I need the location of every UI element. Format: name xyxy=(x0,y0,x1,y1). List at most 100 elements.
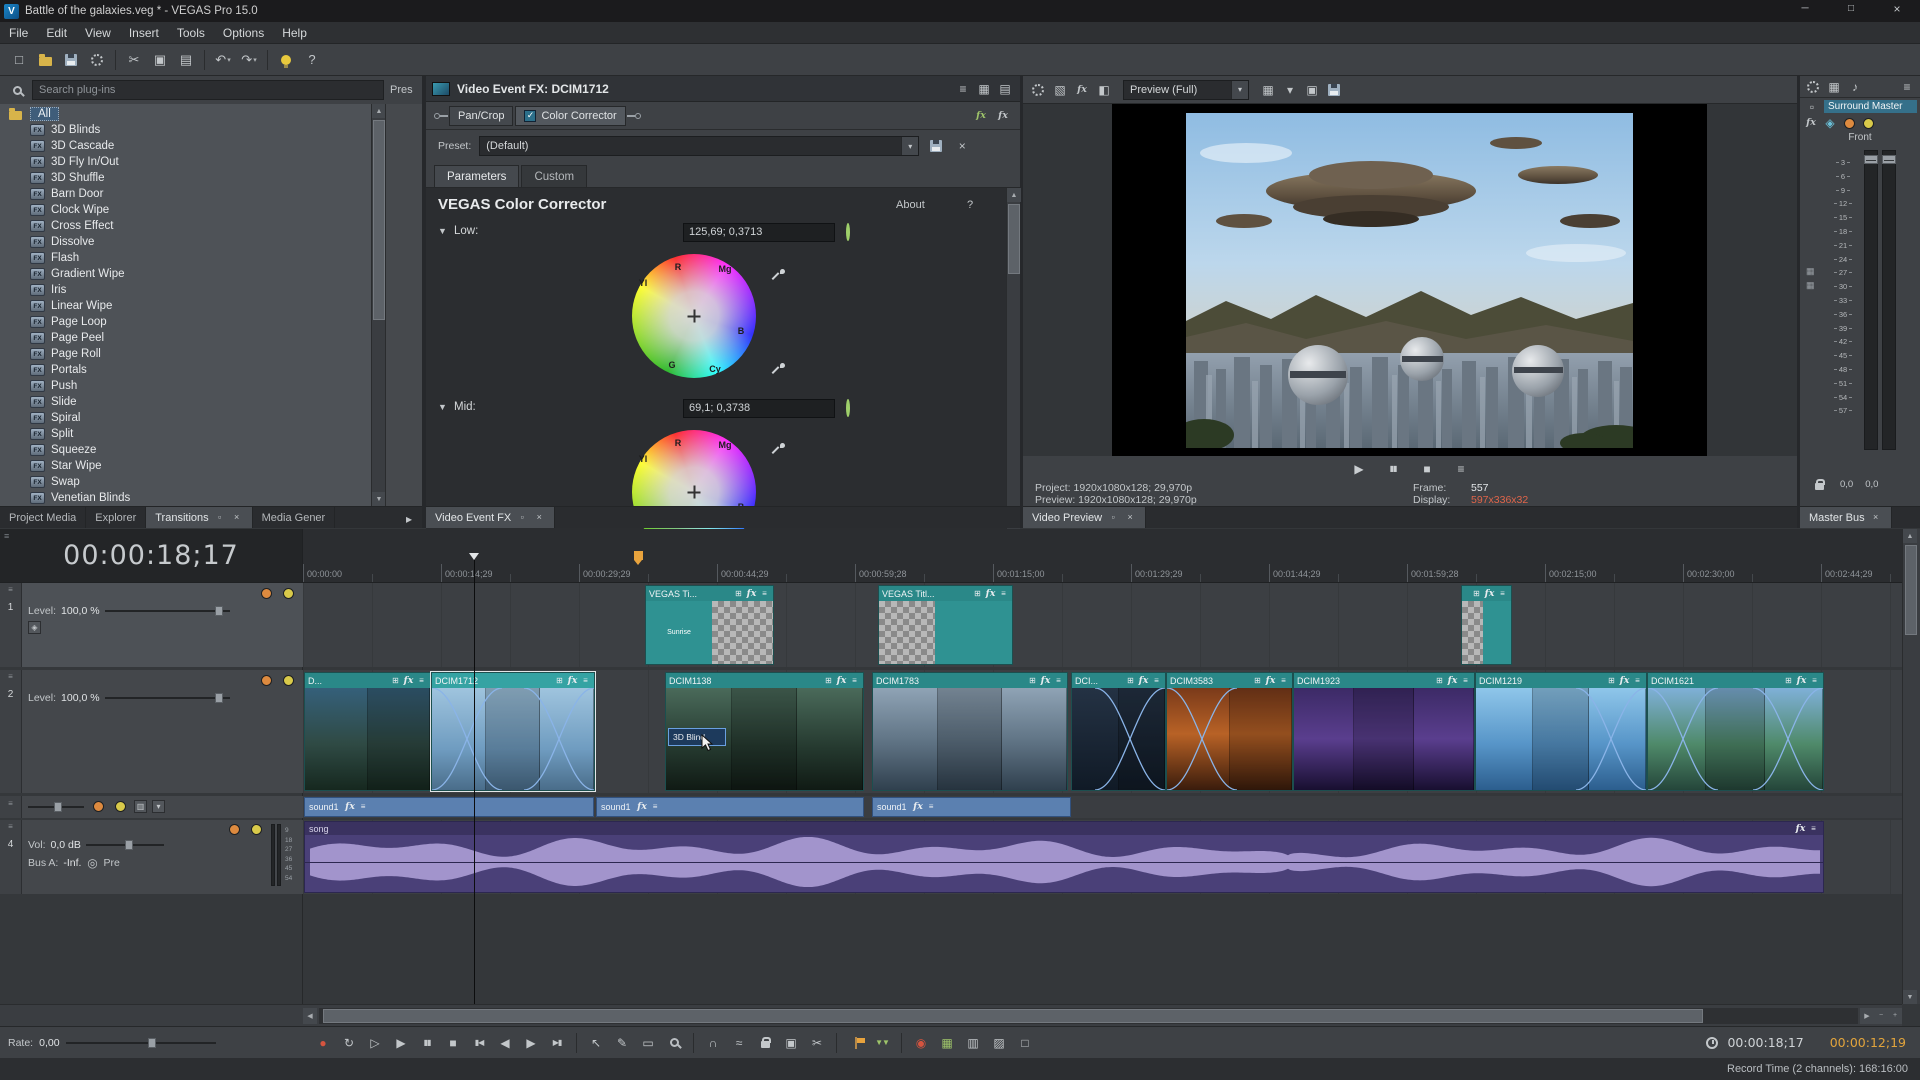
rate-slider[interactable] xyxy=(65,1037,216,1049)
event-fx-icon[interactable]: fx xyxy=(836,675,847,686)
solo-button[interactable] xyxy=(247,820,265,838)
split-screen-view-icon[interactable]: ◧ xyxy=(1095,81,1113,99)
playhead-marker[interactable] xyxy=(469,553,479,560)
auto-ripple-icon[interactable]: ≈ xyxy=(727,1031,751,1055)
pre-fader-icon[interactable]: ◎ xyxy=(86,854,98,872)
event-menu-icon[interactable]: ≡ xyxy=(1053,675,1064,686)
detail-view-icon[interactable]: ▤ xyxy=(996,80,1014,98)
menu-edit[interactable]: Edit xyxy=(37,22,76,44)
scroll-right-icon[interactable]: ▶ xyxy=(1860,1007,1874,1024)
downmix-grid-icon[interactable]: ▦ xyxy=(1825,78,1843,96)
transition-item[interactable]: FX 3D Fly In/Out xyxy=(0,154,422,170)
transition-item[interactable]: FX Page Loop xyxy=(0,314,422,330)
menu-help[interactable]: Help xyxy=(273,22,316,44)
play-icon[interactable]: ▶ xyxy=(1350,460,1368,478)
redo-icon[interactable]: ↷ ▾ xyxy=(236,47,262,73)
envelope-edit-tool-icon[interactable]: ✎ xyxy=(610,1031,634,1055)
plugin-list-scrollbar[interactable]: ▲ ▼ xyxy=(371,104,386,506)
track-grip[interactable]: ≡ xyxy=(0,796,22,818)
event-fx-icon[interactable]: fx xyxy=(985,588,996,599)
record-into-track-icon[interactable]: ◉ xyxy=(909,1031,933,1055)
low-value-field[interactable]: 125,69; 0,3713 xyxy=(683,223,835,242)
search-input[interactable] xyxy=(32,80,384,100)
title-event[interactable]: VEGAS Titl... ⊞ fx ≡ xyxy=(878,585,1013,665)
level-slider[interactable] xyxy=(104,605,230,617)
minimize-button[interactable]: ─ xyxy=(1782,0,1828,18)
save-snapshot-icon[interactable] xyxy=(1325,81,1343,99)
solo-button-icon[interactable] xyxy=(1862,117,1874,129)
event-pan-crop-icon[interactable]: ⊞ xyxy=(554,675,565,686)
menu-view[interactable]: View xyxy=(76,22,120,44)
mute-button[interactable] xyxy=(225,820,243,838)
preview-device-icon[interactable]: ▧ xyxy=(1051,81,1069,99)
fx-tab-parameters[interactable]: Parameters xyxy=(434,165,520,187)
transition-item[interactable]: FX Push xyxy=(0,378,422,394)
caret-down-icon[interactable]: ▾ xyxy=(1231,80,1248,99)
surround-grid-icon[interactable]: ▦ xyxy=(1806,280,1815,291)
plugin-enable-checkbox[interactable]: ✓ xyxy=(524,109,537,122)
tab-project-media[interactable]: Project Media xyxy=(0,507,87,528)
maximize-button[interactable]: □ xyxy=(1828,0,1874,18)
whats-this-help-icon[interactable]: ? xyxy=(299,47,325,73)
go-to-start-icon[interactable]: ▮◀ xyxy=(467,1031,491,1055)
transition-item[interactable]: FX Squeeze xyxy=(0,442,422,458)
help-link[interactable]: ? xyxy=(967,199,973,211)
video-event[interactable]: DCIM1219 ⊞ fx ≡ xyxy=(1475,672,1647,791)
transition-item[interactable]: FX 3D Shuffle xyxy=(0,170,422,186)
transition-item[interactable]: FX 3D Cascade xyxy=(0,138,422,154)
close-tab-icon[interactable]: × xyxy=(533,512,545,524)
track-header-1[interactable]: ≡ 1 Level: 100,0 % ◈ xyxy=(0,583,303,667)
tab-scroll-right-icon[interactable]: ▸ xyxy=(400,510,418,528)
event-menu-icon[interactable]: ≡ xyxy=(416,675,427,686)
video-event[interactable]: DCI... ⊞ fx ≡ xyxy=(1071,672,1166,791)
close-button[interactable]: × xyxy=(1874,0,1920,18)
scrollbar-thumb[interactable] xyxy=(1008,204,1020,274)
video-event[interactable]: D... ⊞ fx ≡ xyxy=(304,672,431,791)
paste-icon[interactable]: ▤ xyxy=(173,47,199,73)
video-event[interactable]: DCIM1712 ⊞ fx ≡ xyxy=(430,671,596,792)
folder-label[interactable]: All xyxy=(30,107,59,121)
copy-icon[interactable]: ▣ xyxy=(147,47,173,73)
window-float-icon[interactable]: ▫ xyxy=(1107,512,1119,524)
close-tab-icon[interactable]: × xyxy=(231,512,243,524)
video-event[interactable]: DCIM3583 ⊞ fx ≡ xyxy=(1166,672,1293,791)
event-fx-icon[interactable]: fx xyxy=(1138,675,1149,686)
ignore-event-grouping-icon[interactable]: ▣ xyxy=(779,1031,803,1055)
close-tab-icon[interactable]: × xyxy=(1870,512,1882,524)
event-pan-crop-icon[interactable]: ⊞ xyxy=(823,675,834,686)
pan-slider[interactable] xyxy=(28,801,84,813)
video-event[interactable]: DCIM1621 ⊞ fx ≡ xyxy=(1647,672,1824,791)
grid-overlay-icon[interactable]: ▦ xyxy=(1259,81,1277,99)
track-1-row[interactable]: VEGAS Ti... ⊞ fx ≡ Sunrise VEGAS Titl... ⊞ fx ≡ ⊞… xyxy=(303,583,1902,667)
preview-quality-dropdown[interactable]: Preview (Full) ▾ xyxy=(1123,79,1249,100)
timeline-ruler[interactable]: 00:00:00 00:00:14;29 00:00:29;29 00:00:44;2… xyxy=(303,529,1902,583)
color-wheel-crosshair[interactable] xyxy=(687,485,701,499)
event-fx-icon[interactable]: fx xyxy=(403,675,414,686)
event-fx-icon[interactable]: fx xyxy=(1447,675,1458,686)
mute-button-icon[interactable] xyxy=(1843,117,1855,129)
solo-button[interactable] xyxy=(111,798,129,816)
track-header-4[interactable]: ≡ 4 Vol: 0,0 dB Bus A: -Inf. ◎ Pre 9 18 27 3… xyxy=(0,820,303,894)
folder-row-all[interactable]: All xyxy=(0,104,422,122)
add-plugin-icon[interactable]: fx xyxy=(972,107,990,125)
grip-icon[interactable]: ≡ xyxy=(1898,78,1916,96)
level-slider[interactable] xyxy=(104,692,230,704)
caret-down-icon[interactable]: ▾ xyxy=(152,800,165,813)
event-menu-icon[interactable]: ≡ xyxy=(358,802,369,813)
event-fx-icon[interactable]: fx xyxy=(1484,588,1495,599)
event-menu-icon[interactable]: ≡ xyxy=(650,802,661,813)
eyedropper-icon[interactable] xyxy=(770,266,788,284)
transition-item[interactable]: FX Iris xyxy=(0,282,422,298)
tab-video-event-fx[interactable]: Video Event FX ▫ × xyxy=(426,507,556,528)
zoom-edit-tool-icon[interactable] xyxy=(662,1031,686,1055)
transition-item[interactable]: FX Slide xyxy=(0,394,422,410)
tab-master-bus[interactable]: Master Bus × xyxy=(1800,507,1892,528)
low-color-wheel[interactable]: R Mg B Cy G Yl xyxy=(632,254,756,378)
tab-media-gener[interactable]: Media Gener xyxy=(253,507,336,528)
split-icon[interactable]: ✂ xyxy=(805,1031,829,1055)
scroll-down-icon[interactable]: ▼ xyxy=(372,492,386,506)
scrollbar-thumb[interactable] xyxy=(373,120,385,320)
event-menu-icon[interactable]: ≡ xyxy=(1808,823,1819,834)
loop-region-icon[interactable]: ▦ xyxy=(935,1031,959,1055)
event-fx-icon[interactable]: fx xyxy=(1265,675,1276,686)
